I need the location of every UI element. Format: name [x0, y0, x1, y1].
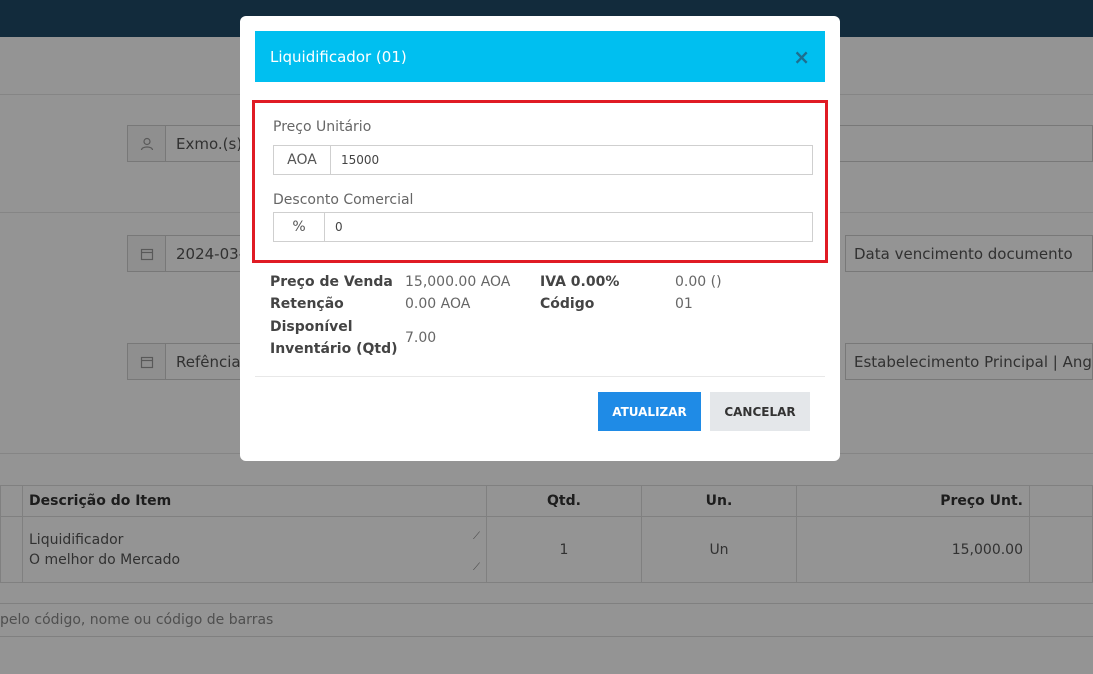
modal-title: Liquidificador (01) — [270, 47, 407, 66]
currency-addon: AOA — [274, 146, 331, 174]
edit-item-modal: Liquidificador (01) × Preço Unitário AOA… — [240, 16, 840, 461]
code-label: Código — [540, 296, 595, 312]
unit-price-input-group: AOA 15000 — [273, 145, 813, 175]
vat-value: 0.00 () — [675, 274, 722, 290]
available-label-line2: Inventário (Qtd) — [270, 341, 398, 357]
modal-header: Liquidificador (01) × — [255, 31, 825, 82]
discount-input-group: % 0 — [273, 212, 813, 242]
code-value: 01 — [675, 296, 693, 312]
discount-label: Desconto Comercial — [273, 192, 414, 208]
sale-price-value: 15,000.00 AOA — [405, 274, 511, 290]
unit-price-input[interactable]: 15000 — [331, 146, 812, 174]
discount-input[interactable]: 0 — [325, 213, 812, 241]
update-button[interactable]: ATUALIZAR — [598, 392, 701, 431]
available-value: 7.00 — [405, 330, 437, 346]
unit-price-label: Preço Unitário — [273, 119, 372, 135]
cancel-button[interactable]: CANCELAR — [710, 392, 810, 431]
retention-value: 0.00 AOA — [405, 296, 471, 312]
price-discount-section: Preço Unitário AOA 15000 Desconto Comerc… — [252, 100, 828, 263]
sale-price-label: Preço de Venda — [270, 274, 393, 290]
retention-label: Retenção — [270, 296, 344, 312]
available-label-line1: Disponível — [270, 319, 353, 335]
close-icon[interactable]: × — [793, 47, 810, 67]
percent-addon: % — [274, 213, 325, 241]
modal-footer-divider — [255, 376, 825, 377]
vat-label: IVA 0.00% — [540, 274, 620, 290]
